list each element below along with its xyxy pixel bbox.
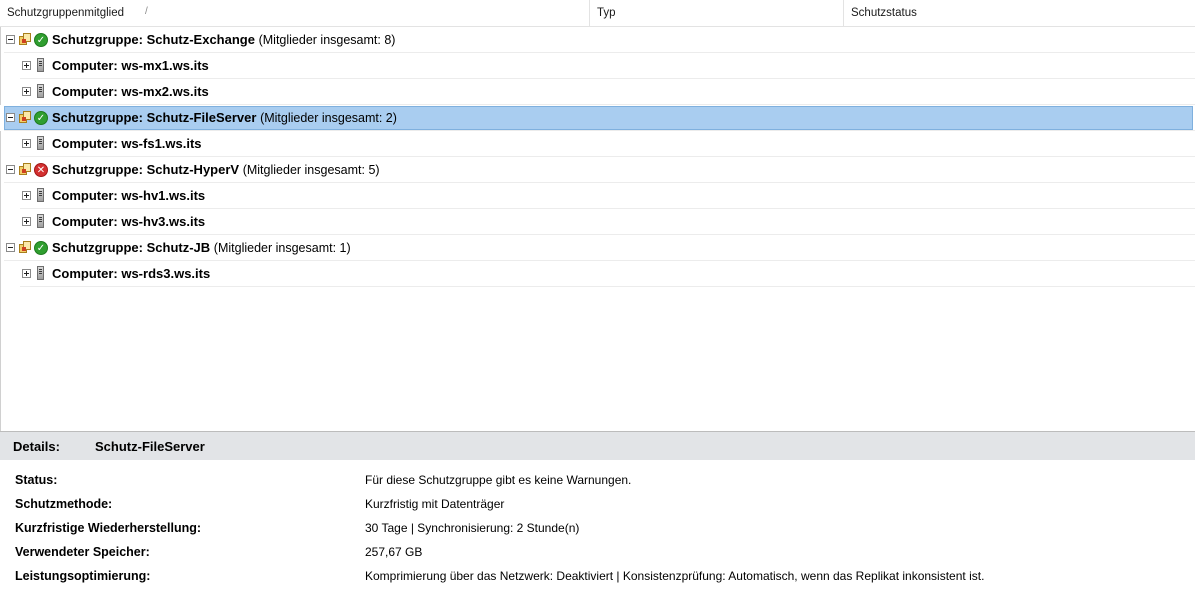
tree-group-row[interactable]: ✓ Schutzgruppe: Schutz-FileServer (Mitgli… [0, 105, 1195, 131]
server-icon [37, 84, 44, 98]
collapse-toggle-icon[interactable] [6, 243, 15, 252]
details-title: Schutz-FileServer [95, 439, 205, 454]
collapse-toggle-icon[interactable] [6, 165, 15, 174]
error-icon: ✕ [34, 163, 48, 177]
tree-member-row[interactable]: Computer: ws-hv1.ws.its [0, 183, 1195, 209]
group-label: Schutzgruppe: Schutz-FileServer (Mitglie… [52, 110, 397, 125]
server-icon [37, 58, 44, 72]
tree-member-row[interactable]: Computer: ws-rds3.ws.its [0, 261, 1195, 287]
tree-group-row[interactable]: ✕ Schutzgruppe: Schutz-HyperV (Mitglieder… [0, 157, 1195, 183]
column-header-type[interactable]: Typ [590, 0, 844, 26]
protection-group-icon [19, 111, 32, 124]
details-key: Verwendeter Speicher: [15, 545, 150, 559]
details-value: 257,67 GB [365, 545, 423, 559]
column-header: Schutzgruppenmitglied / Typ Schutzstatus [0, 0, 1195, 27]
details-value: 30 Tage | Synchronisierung: 2 Stunde(n) [365, 521, 580, 535]
protection-group-icon [19, 33, 32, 46]
group-label: Schutzgruppe: Schutz-HyperV (Mitglieder … [52, 162, 380, 177]
details-row: Leistungsoptimierung: Komprimierung über … [0, 564, 1195, 588]
server-icon [37, 136, 44, 150]
details-label: Details: [13, 439, 60, 454]
details-row: Kurzfristige Wiederherstellung: 30 Tage |… [0, 516, 1195, 540]
details-value: Für diese Schutzgruppe gibt es keine War… [365, 473, 632, 487]
protection-group-icon [19, 241, 32, 254]
tree-group-row[interactable]: ✓ Schutzgruppe: Schutz-JB (Mitglieder ins… [0, 235, 1195, 261]
details-key: Leistungsoptimierung: [15, 569, 151, 583]
member-label: Computer: ws-hv1.ws.its [52, 188, 206, 203]
collapse-toggle-icon[interactable] [6, 113, 15, 122]
details-key: Status: [15, 473, 58, 487]
details-row: Status: Für diese Schutzgruppe gibt es ke… [0, 468, 1195, 492]
sort-indicator-icon: / [145, 6, 148, 17]
tree-member-row[interactable]: Computer: ws-hv3.ws.its [0, 209, 1195, 235]
member-label: Computer: ws-hv3.ws.its [52, 214, 206, 229]
tree-member-row[interactable]: Computer: ws-mx1.ws.its [0, 53, 1195, 79]
details-value: Kurzfristig mit Datenträger [365, 497, 505, 511]
row-divider [20, 286, 1195, 287]
column-header-member[interactable]: Schutzgruppenmitglied [0, 0, 590, 26]
details-row: Verwendeter Speicher: 257,67 GB [0, 540, 1195, 564]
server-icon [37, 188, 44, 202]
group-label: Schutzgruppe: Schutz-Exchange (Mitgliede… [52, 32, 396, 47]
member-label: Computer: ws-mx1.ws.its [52, 58, 209, 73]
protection-group-icon [19, 163, 32, 176]
server-icon [37, 266, 44, 280]
expand-toggle-icon[interactable] [22, 61, 31, 70]
details-value: Komprimierung über das Netzwerk: Deaktiv… [365, 569, 985, 583]
expand-toggle-icon[interactable] [22, 269, 31, 278]
details-key: Schutzmethode: [15, 497, 113, 511]
member-label: Computer: ws-rds3.ws.its [52, 266, 211, 281]
check-icon: ✓ [34, 111, 48, 125]
details-row: Schutzmethode: Kurzfristig mit Datenträge… [0, 492, 1195, 516]
tree-group-row[interactable]: ✓ Schutzgruppe: Schutz-Exchange (Mitglied… [0, 27, 1195, 53]
expand-toggle-icon[interactable] [22, 87, 31, 96]
expand-toggle-icon[interactable] [22, 139, 31, 148]
server-icon [37, 214, 44, 228]
collapse-toggle-icon[interactable] [6, 35, 15, 44]
check-icon: ✓ [34, 33, 48, 47]
details-key: Kurzfristige Wiederherstellung: [15, 521, 202, 535]
expand-toggle-icon[interactable] [22, 217, 31, 226]
tree-member-row[interactable]: Computer: ws-fs1.ws.its [0, 131, 1195, 157]
column-header-status[interactable]: Schutzstatus [844, 0, 1195, 26]
details-header: Details: Schutz-FileServer [0, 432, 1195, 460]
check-icon: ✓ [34, 241, 48, 255]
group-label: Schutzgruppe: Schutz-JB (Mitglieder insg… [52, 240, 351, 255]
tree-member-row[interactable]: Computer: ws-mx2.ws.its [0, 79, 1195, 105]
details-pane: Details: Schutz-FileServer Status: Für di… [0, 431, 1195, 592]
member-label: Computer: ws-fs1.ws.its [52, 136, 202, 151]
member-label: Computer: ws-mx2.ws.its [52, 84, 209, 99]
expand-toggle-icon[interactable] [22, 191, 31, 200]
